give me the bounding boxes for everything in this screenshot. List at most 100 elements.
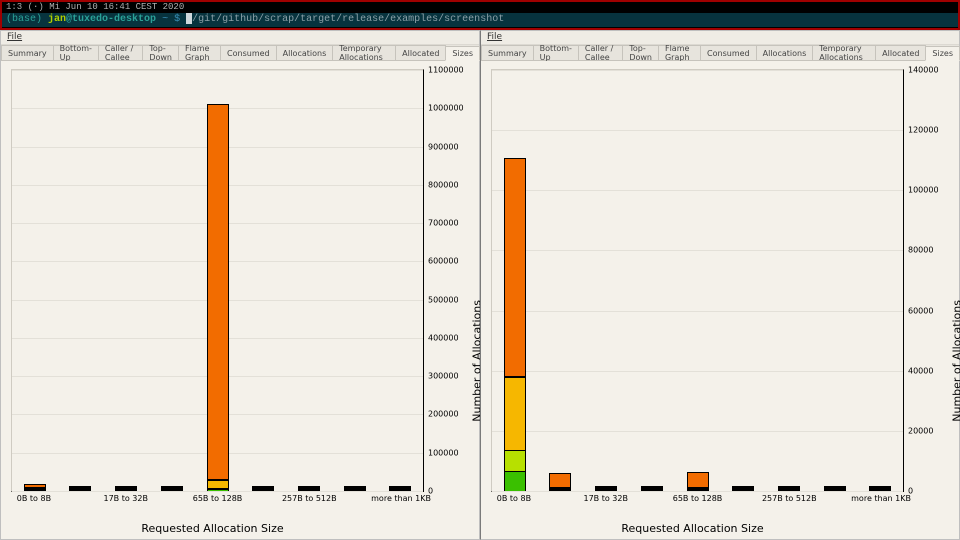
y-tick-label: 400000: [428, 333, 473, 342]
bar-column: [298, 489, 320, 491]
bar-segment: [389, 490, 411, 491]
tab-consumed[interactable]: Consumed: [220, 45, 277, 60]
heaptrack-pane-right: File SummaryBottom-UpCaller / CalleeTop-…: [480, 30, 960, 540]
plot-area: 0100000200000300000400000500000600000700…: [11, 69, 424, 492]
tab-bottom-up[interactable]: Bottom-Up: [533, 45, 579, 60]
bar-segment: [869, 490, 891, 491]
bar-segment: [344, 490, 366, 491]
x-tick-label: 0B to 8B: [497, 494, 531, 503]
y-tick-label: 1000000: [428, 104, 473, 113]
bars-container: [492, 70, 903, 491]
bar-column: [161, 488, 183, 491]
y-tick-label: 300000: [428, 372, 473, 381]
y-tick-label: 1100000: [428, 66, 473, 75]
tab-summary[interactable]: Summary: [1, 45, 54, 60]
bar-column: [869, 483, 891, 491]
y-tick-label: 600000: [428, 257, 473, 266]
tab-allocations[interactable]: Allocations: [276, 45, 334, 60]
chart-area: 0100000200000300000400000500000600000700…: [1, 61, 479, 539]
x-tick-label: 17B to 32B: [103, 494, 147, 503]
tab-caller-callee[interactable]: Caller / Callee: [98, 45, 143, 60]
bar-segment: [504, 377, 526, 449]
y-tick-label: 800000: [428, 180, 473, 189]
bar-column: [344, 489, 366, 491]
heaptrack-pane-left: File SummaryBottom-UpCaller / CalleeTop-…: [0, 30, 480, 540]
x-tick-label: 0B to 8B: [17, 494, 51, 503]
y-tick-label: 200000: [428, 410, 473, 419]
terminal-window: 1:3 (·) Mi Jun 10 16:41 CEST 2020 (base)…: [0, 0, 960, 30]
prompt-path: ~: [162, 14, 168, 25]
bar-column: [549, 407, 571, 491]
bar-segment: [207, 480, 229, 487]
bar-segment: [641, 490, 663, 491]
bar-column: [389, 488, 411, 491]
tab-flame-graph[interactable]: Flame Graph: [178, 45, 221, 60]
bar-segment: [207, 104, 229, 480]
tab-allocations[interactable]: Allocations: [756, 45, 814, 60]
tab-flame-graph[interactable]: Flame Graph: [658, 45, 701, 60]
bar-segment: [161, 490, 183, 491]
panes-container: File SummaryBottom-UpCaller / CalleeTop-…: [0, 30, 960, 540]
conda-env: (base): [6, 14, 42, 25]
terminal-status-bar: 1:3 (·) Mi Jun 10 16:41 CEST 2020: [2, 2, 958, 13]
y-tick-label: 40000: [908, 366, 953, 375]
grid-line: [12, 491, 423, 492]
tab-temporary-allocations[interactable]: Temporary Allocations: [332, 45, 396, 60]
tab-bottom-up[interactable]: Bottom-Up: [53, 45, 99, 60]
y-tick-label: 0: [908, 487, 953, 496]
bar-column: [778, 486, 800, 491]
bar-segment: [687, 490, 709, 491]
y-tick-label: 900000: [428, 142, 473, 151]
bar-segment: [24, 490, 46, 491]
bar-column: [207, 88, 229, 491]
bar-segment: [687, 472, 709, 488]
x-tick-label: 257B to 512B: [762, 494, 817, 503]
bar-segment: [824, 490, 846, 491]
tab-top-down[interactable]: Top-Down: [622, 45, 659, 60]
bar-column: [687, 404, 709, 491]
y-tick-label: 700000: [428, 219, 473, 228]
x-tick-label: more than 1KB: [371, 494, 431, 503]
chart-area: 020000400006000080000100000120000140000N…: [481, 61, 959, 539]
bar-column: [504, 117, 526, 491]
menu-file[interactable]: File: [7, 32, 22, 42]
x-tick-label: 17B to 32B: [583, 494, 627, 503]
x-tick-label: 65B to 128B: [673, 494, 723, 503]
tab-temporary-allocations[interactable]: Temporary Allocations: [812, 45, 876, 60]
tab-summary[interactable]: Summary: [481, 45, 534, 60]
menubar: File: [1, 31, 479, 45]
prompt-host: @tuxedo-desktop: [66, 14, 156, 25]
bar-column: [24, 444, 46, 491]
bar-segment: [69, 490, 91, 491]
menu-file[interactable]: File: [487, 32, 502, 42]
tab-consumed[interactable]: Consumed: [700, 45, 757, 60]
y-tick-label: 140000: [908, 66, 953, 75]
tab-allocated[interactable]: Allocated: [875, 45, 926, 60]
bar-column: [69, 480, 91, 491]
y-tick-label: 100000: [428, 448, 473, 457]
y-tick-label: 60000: [908, 306, 953, 315]
y-tick-label: 0: [428, 487, 473, 496]
tab-sizes[interactable]: Sizes: [925, 46, 960, 61]
x-tick-label: more than 1KB: [851, 494, 911, 503]
x-axis-label: Requested Allocation Size: [481, 522, 904, 535]
bar-segment: [549, 473, 571, 488]
bar-column: [595, 470, 617, 491]
tab-top-down[interactable]: Top-Down: [142, 45, 179, 60]
tab-sizes[interactable]: Sizes: [445, 46, 480, 61]
terminal-prompt-line[interactable]: (base) jan@tuxedo-desktop ~ $ /git/githu…: [2, 13, 958, 27]
bar-segment: [549, 490, 571, 491]
tab-allocated[interactable]: Allocated: [395, 45, 446, 60]
bar-column: [824, 487, 846, 491]
tab-caller-callee[interactable]: Caller / Callee: [578, 45, 623, 60]
bar-column: [115, 488, 137, 491]
y-axis-label: Number of Allocations: [951, 300, 960, 422]
menubar: File: [481, 31, 959, 45]
terminal-command: /git/github/scrap/target/release/example…: [192, 14, 504, 25]
bar-segment: [207, 489, 229, 491]
bar-segment: [504, 471, 526, 491]
bar-segment: [115, 490, 137, 491]
y-tick-label: 120000: [908, 126, 953, 135]
y-tick-label: 20000: [908, 426, 953, 435]
x-ticks: 0B to 8B 17B to 32B 65B to 128B 257B to 512…: [491, 494, 904, 506]
